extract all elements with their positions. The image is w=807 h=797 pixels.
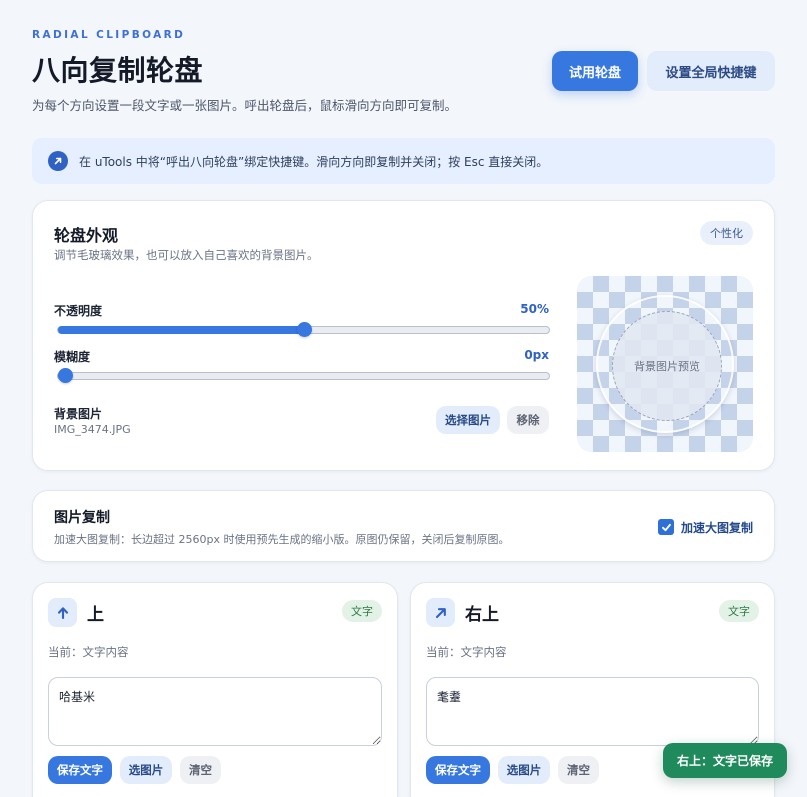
direction-text-input[interactable]: [426, 677, 759, 746]
speedup-checkbox[interactable]: [658, 519, 674, 535]
direction-card-up: 上 文字 当前：文字内容 保存文字 选图片 清空: [32, 582, 398, 797]
speedup-checkbox-label[interactable]: 加速大图复制: [681, 519, 753, 536]
direction-text-input[interactable]: [48, 677, 382, 746]
direction-type-tag: 文字: [719, 600, 759, 622]
page-title: 八向复制轮盘: [32, 54, 204, 87]
appearance-card: 轮盘外观 调节毛玻璃效果，也可以放入自己喜欢的背景图片。 个性化 不透明度 50…: [32, 200, 775, 471]
notice-text: 在 uTools 中将“呼出八向轮盘”绑定快捷键。滑向方向即复制并关闭；按 Es…: [79, 154, 549, 169]
image-copy-card: 图片复制 加速大图复制：长边超过 2560px 时使用预先生成的缩小版。原图仍保…: [32, 490, 775, 562]
toast-notification: 右上：文字已保存: [663, 743, 787, 778]
direction-current: 当前：文字内容: [48, 645, 129, 659]
set-global-hotkey-button[interactable]: 设置全局快捷键: [647, 51, 775, 91]
appearance-title: 轮盘外观: [54, 226, 119, 245]
opacity-slider-thumb[interactable]: [296, 322, 312, 337]
eyebrow-label: RADIAL CLIPBOARD: [32, 29, 186, 41]
blur-slider[interactable]: [57, 368, 550, 383]
image-copy-desc: 加速大图复制：长边超过 2560px 时使用预先生成的缩小版。原图仍保留，关闭后…: [54, 533, 510, 546]
wheel-preview: 背景图片预览: [577, 276, 753, 452]
opacity-label: 不透明度: [54, 304, 103, 318]
direction-name: 上: [87, 605, 104, 625]
arrow-up-right-icon: [426, 598, 455, 627]
arrow-up-right-icon: [48, 151, 68, 171]
notice-banner: 在 uTools 中将“呼出八向轮盘”绑定快捷键。滑向方向即复制并关闭；按 Es…: [32, 138, 775, 184]
clear-button[interactable]: 清空: [180, 756, 221, 784]
image-copy-title: 图片复制: [54, 510, 110, 526]
appearance-desc: 调节毛玻璃效果，也可以放入自己喜欢的背景图片。: [54, 248, 319, 262]
choose-image-button[interactable]: 选图片: [498, 756, 550, 784]
choose-image-button[interactable]: 选择图片: [436, 406, 500, 434]
clear-button[interactable]: 清空: [558, 756, 599, 784]
direction-name: 右上: [465, 605, 499, 625]
remove-image-button[interactable]: 移除: [507, 406, 549, 434]
choose-image-button[interactable]: 选图片: [120, 756, 172, 784]
wheel-preview-circle: 背景图片预览: [596, 295, 734, 433]
background-image-label: 背景图片: [54, 407, 103, 421]
personalize-tag: 个性化: [700, 221, 753, 245]
save-text-button[interactable]: 保存文字: [426, 756, 490, 784]
blur-value: 0px: [524, 348, 549, 362]
page-subtitle: 为每个方向设置一段文字或一张图片。呼出轮盘后，鼠标滑向方向即可复制。: [32, 98, 458, 113]
opacity-value: 50%: [520, 302, 549, 316]
background-image-placeholder: 背景图片预览: [612, 311, 722, 421]
opacity-slider-fill: [58, 326, 304, 334]
direction-type-tag: 文字: [342, 600, 382, 622]
try-wheel-button[interactable]: 试用轮盘: [552, 51, 638, 91]
save-text-button[interactable]: 保存文字: [48, 756, 112, 784]
direction-current: 当前：文字内容: [426, 645, 507, 659]
blur-label: 模糊度: [54, 350, 91, 364]
arrow-up-icon: [48, 598, 77, 627]
background-image-filename: IMG_3474.JPG: [54, 423, 131, 436]
blur-slider-thumb[interactable]: [58, 368, 73, 383]
background-image-placeholder-label: 背景图片预览: [634, 360, 700, 373]
opacity-slider[interactable]: [57, 322, 550, 337]
